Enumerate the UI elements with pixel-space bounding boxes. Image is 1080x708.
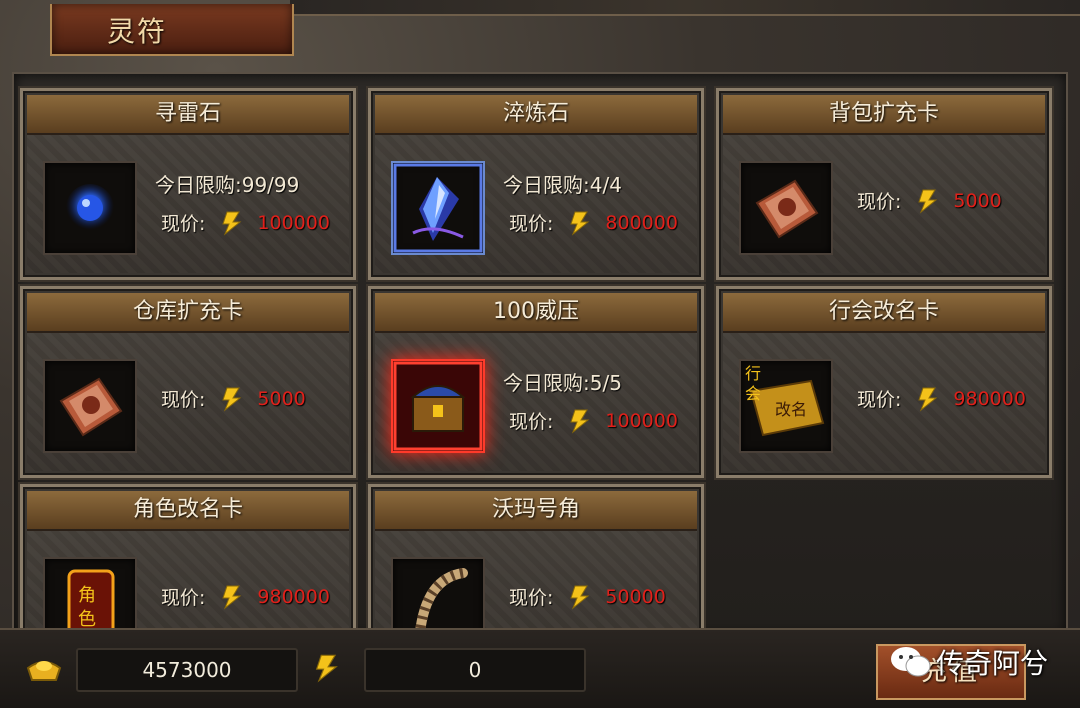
gold-voucher-icon: [918, 189, 938, 214]
crystal-shard-icon: [393, 163, 483, 253]
price-label: 现价:: [161, 587, 206, 609]
item-slot[interactable]: [739, 161, 833, 255]
price-label: 现价:: [509, 213, 554, 235]
title-tab: 灵符: [50, 4, 294, 56]
blue-orb-icon: [66, 184, 114, 232]
price-row: 现价: 100000: [509, 407, 678, 434]
item-slot[interactable]: [391, 161, 485, 255]
gold-ingot-icon: [26, 661, 62, 681]
scroll-card-icon: [59, 377, 123, 437]
price-value: 980000: [953, 387, 1026, 410]
watermark-text: 传奇阿兮: [936, 647, 1049, 680]
item-name: 100威压: [375, 293, 697, 333]
shop-item-card[interactable]: 角色改名卡 角 色 现价: 980000: [18, 482, 358, 634]
price-label: 现价:: [509, 411, 554, 433]
price-value: 100000: [257, 211, 330, 234]
price-row: 现价: 50000: [509, 583, 666, 610]
shop-item-card[interactable]: 仓库扩充卡 现价: 5000: [18, 284, 358, 480]
gold-voucher-icon: [570, 409, 590, 434]
price-label: 现价:: [857, 389, 902, 411]
item-slot[interactable]: [391, 359, 485, 453]
gold-voucher-icon: [222, 211, 242, 236]
item-name: 寻雷石: [27, 95, 349, 135]
price-row: 现价: 980000: [857, 385, 1026, 412]
price-row: 现价: 5000: [857, 187, 1002, 214]
price-value: 5000: [257, 387, 306, 410]
shop-item-card[interactable]: 100威压 今日限购:5/5 现价: 100000: [366, 284, 706, 480]
price-value: 50000: [605, 585, 666, 608]
item-name: 行会改名卡: [723, 293, 1045, 333]
price-row: 现价: 980000: [161, 583, 330, 610]
item-slot[interactable]: [43, 161, 137, 255]
svg-text:角: 角: [78, 585, 96, 606]
gold-voucher-icon: [315, 654, 338, 683]
scroll-card-icon: [755, 179, 819, 239]
item-name: 背包扩充卡: [723, 95, 1045, 135]
svg-text:会: 会: [745, 384, 761, 403]
gold-voucher-icon: [222, 387, 242, 412]
gold-voucher-icon: [570, 585, 590, 610]
shop-panel: 寻雷石 今日限购:99/99 现价: 100000 淬炼石 今日限购:4/4 现…: [12, 72, 1068, 636]
item-name: 仓库扩充卡: [27, 293, 349, 333]
role-rename-card-icon: 角 色: [67, 569, 115, 634]
shop-item-card[interactable]: 淬炼石 今日限购:4/4 现价: 800000: [366, 86, 706, 282]
price-row: 现价: 800000: [509, 209, 678, 236]
chat-bubble-icon: [891, 647, 931, 677]
item-slot[interactable]: [391, 557, 485, 634]
shop-item-card[interactable]: 行会改名卡 行 会 改名 现价: 980000: [714, 284, 1054, 480]
voucher-amount-field: 0: [364, 648, 586, 692]
page-title: 灵符: [106, 15, 167, 48]
price-row: 现价: 100000: [161, 209, 330, 236]
purchase-limit: 今日限购:99/99: [155, 173, 300, 197]
item-slot[interactable]: [43, 359, 137, 453]
purchase-limit: 今日限购:5/5: [503, 371, 622, 395]
ingot-amount-field: 4573000: [76, 648, 298, 692]
gold-voucher-icon: [570, 211, 590, 236]
shop-item-card[interactable]: 寻雷石 今日限购:99/99 现价: 100000: [18, 86, 358, 282]
item-name: 角色改名卡: [27, 491, 349, 531]
watermark: 传奇阿兮: [888, 642, 1048, 682]
item-slot[interactable]: 行 会 改名: [739, 359, 833, 453]
purchase-limit: 今日限购:4/4: [503, 173, 622, 197]
price-value: 5000: [953, 189, 1002, 212]
svg-text:改名: 改名: [775, 400, 807, 419]
treasure-chest-icon: [393, 361, 483, 451]
item-name: 沃玛号角: [375, 491, 697, 531]
item-slot[interactable]: 角 色: [43, 557, 137, 634]
guild-rename-card-icon: 行 会 改名: [745, 364, 825, 437]
price-value: 800000: [605, 211, 678, 234]
gold-voucher-icon: [222, 585, 242, 610]
shop-item-card[interactable]: 背包扩充卡 现价: 5000: [714, 86, 1054, 282]
horn-icon: [414, 568, 468, 634]
shop-item-card[interactable]: 沃玛号角 现价: 50000: [366, 482, 706, 634]
price-label: 现价:: [161, 389, 206, 411]
price-value: 980000: [257, 585, 330, 608]
price-row: 现价: 5000: [161, 385, 306, 412]
price-value: 100000: [605, 409, 678, 432]
price-label: 现价:: [161, 213, 206, 235]
svg-text:行: 行: [745, 364, 761, 383]
item-name: 淬炼石: [375, 95, 697, 135]
svg-text:色: 色: [78, 609, 96, 630]
price-label: 现价:: [857, 191, 902, 213]
price-label: 现价:: [509, 587, 554, 609]
gold-voucher-icon: [918, 387, 938, 412]
top-decoration: [290, 0, 1080, 16]
